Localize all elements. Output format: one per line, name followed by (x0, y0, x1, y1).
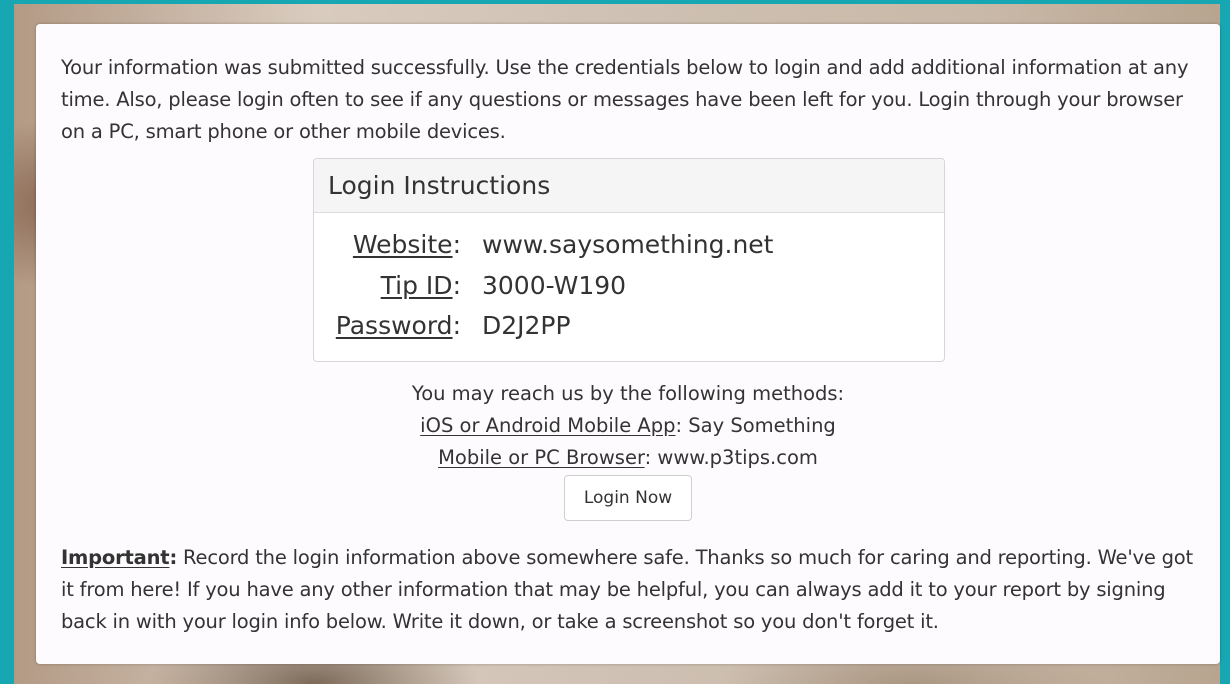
panel-heading: Login Instructions (314, 159, 944, 213)
important-text: Record the login information above somew… (61, 546, 1193, 633)
app-label: iOS or Android Mobile App (420, 414, 676, 437)
website-row: Website: www.saysomething.net (314, 227, 944, 267)
app-value: : Say Something (675, 414, 836, 437)
password-label: Password: (335, 311, 461, 340)
important-label: Important (61, 546, 170, 569)
screen-frame: Your information was submitted successfu… (0, 0, 1230, 684)
browser-value: : www.p3tips.com (644, 446, 818, 469)
confirmation-card: Your information was submitted successfu… (36, 24, 1220, 664)
contact-intro: You may reach us by the following method… (411, 382, 845, 405)
tip-id-label: Tip ID: (380, 271, 461, 300)
contact-app-line: iOS or Android Mobile App: Say Something (36, 410, 1220, 442)
tip-id-row: Tip ID: 3000-W190 (314, 268, 944, 308)
website-value: www.saysomething.net (482, 230, 774, 259)
password-value: D2J2PP (482, 311, 571, 340)
browser-label: Mobile or PC Browser (438, 446, 645, 469)
login-now-button[interactable]: Login Now (564, 475, 692, 521)
tip-id-value: 3000-W190 (482, 271, 627, 300)
contact-browser-line: Mobile or PC Browser: www.p3tips.com (36, 442, 1220, 474)
login-instructions-panel: Login Instructions Website: www.saysomet… (313, 158, 945, 362)
website-label: Website: (352, 230, 461, 259)
intro-text: Your information was submitted successfu… (61, 56, 1189, 143)
password-row: Password: D2J2PP (314, 308, 944, 348)
important-notice: Important: Record the login information … (61, 546, 1193, 633)
